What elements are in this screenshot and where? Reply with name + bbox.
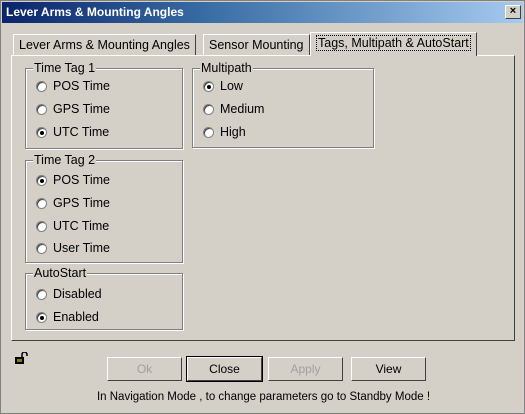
radio-label: POS Time: [53, 79, 110, 93]
radio-label: High: [220, 125, 246, 139]
multipath-low-radio[interactable]: Low: [203, 79, 243, 93]
radio-indicator: [36, 288, 47, 300]
time-tag-1-group: Time Tag 1 POS Time GPS Time UTC Time: [25, 61, 183, 149]
view-button[interactable]: View: [351, 357, 426, 381]
radio-label: Low: [220, 79, 243, 93]
radio-label: GPS Time: [53, 196, 110, 210]
radio-label: UTC Time: [53, 219, 110, 233]
tab-label: Tags, Multipath & AutoStart: [316, 35, 471, 51]
radio-indicator: [36, 103, 47, 115]
radio-indicator: [203, 80, 214, 92]
time-tag-2-group: Time Tag 2 POS Time GPS Time UTC Time Us…: [25, 153, 183, 263]
status-message: In Navigation Mode , to change parameter…: [96, 391, 431, 403]
autostart-group: AutoStart Disabled Enabled: [25, 266, 183, 330]
close-button[interactable]: Close: [186, 356, 263, 382]
radio-label: User Time: [53, 241, 110, 255]
radio-label: Medium: [220, 102, 265, 116]
time-tag-2-gps-time-radio[interactable]: GPS Time: [36, 196, 110, 210]
autostart-enabled-radio[interactable]: Enabled: [36, 310, 99, 324]
group-label: Multipath: [200, 61, 253, 75]
group-label: Time Tag 1: [33, 61, 97, 75]
multipath-group: Multipath Low Medium High: [192, 61, 374, 148]
tab-label: Sensor Mounting: [209, 38, 304, 52]
radio-indicator: [36, 242, 47, 254]
radio-label: GPS Time: [53, 102, 110, 116]
tab-tags-multipath-autostart[interactable]: Tags, Multipath & AutoStart: [310, 32, 477, 56]
radio-indicator: [36, 197, 47, 209]
radio-indicator: [36, 80, 47, 92]
radio-indicator: [36, 311, 47, 323]
radio-indicator: [36, 174, 47, 186]
lock-icon: [14, 351, 28, 367]
multipath-medium-radio[interactable]: Medium: [203, 102, 264, 116]
close-window-button[interactable]: ×: [505, 5, 521, 19]
radio-label: Disabled: [53, 287, 102, 301]
time-tag-2-user-time-radio[interactable]: User Time: [36, 241, 110, 255]
time-tag-2-utc-time-radio[interactable]: UTC Time: [36, 219, 109, 233]
radio-indicator: [36, 220, 47, 232]
multipath-high-radio[interactable]: High: [203, 125, 246, 139]
radio-label: UTC Time: [53, 125, 110, 139]
dialog-window: Lever Arms & Mounting Angles × Lever Arm…: [0, 0, 525, 414]
radio-indicator: [203, 126, 214, 138]
window-title: Lever Arms & Mounting Angles: [6, 5, 184, 19]
radio-indicator: [36, 126, 47, 138]
tab-sensor-mounting[interactable]: Sensor Mounting: [203, 34, 310, 56]
autostart-disabled-radio[interactable]: Disabled: [36, 287, 102, 301]
group-label: AutoStart: [33, 266, 88, 280]
group-label: Time Tag 2: [33, 153, 97, 167]
close-icon: ×: [509, 5, 517, 17]
time-tag-1-gps-time-radio[interactable]: GPS Time: [36, 102, 110, 116]
tab-panel: Time Tag 1 POS Time GPS Time UTC Time Ti…: [11, 55, 515, 341]
tab-lever-arms[interactable]: Lever Arms & Mounting Angles: [13, 34, 196, 56]
radio-label: Enabled: [53, 310, 99, 324]
time-tag-1-utc-time-radio[interactable]: UTC Time: [36, 125, 109, 139]
ok-button[interactable]: Ok: [107, 357, 182, 381]
apply-button[interactable]: Apply: [268, 357, 343, 381]
time-tag-2-pos-time-radio[interactable]: POS Time: [36, 173, 110, 187]
time-tag-1-pos-time-radio[interactable]: POS Time: [36, 79, 110, 93]
title-bar: Lever Arms & Mounting Angles ×: [2, 2, 523, 23]
tab-label: Lever Arms & Mounting Angles: [19, 38, 190, 52]
radio-label: POS Time: [53, 173, 110, 187]
radio-indicator: [203, 103, 214, 115]
